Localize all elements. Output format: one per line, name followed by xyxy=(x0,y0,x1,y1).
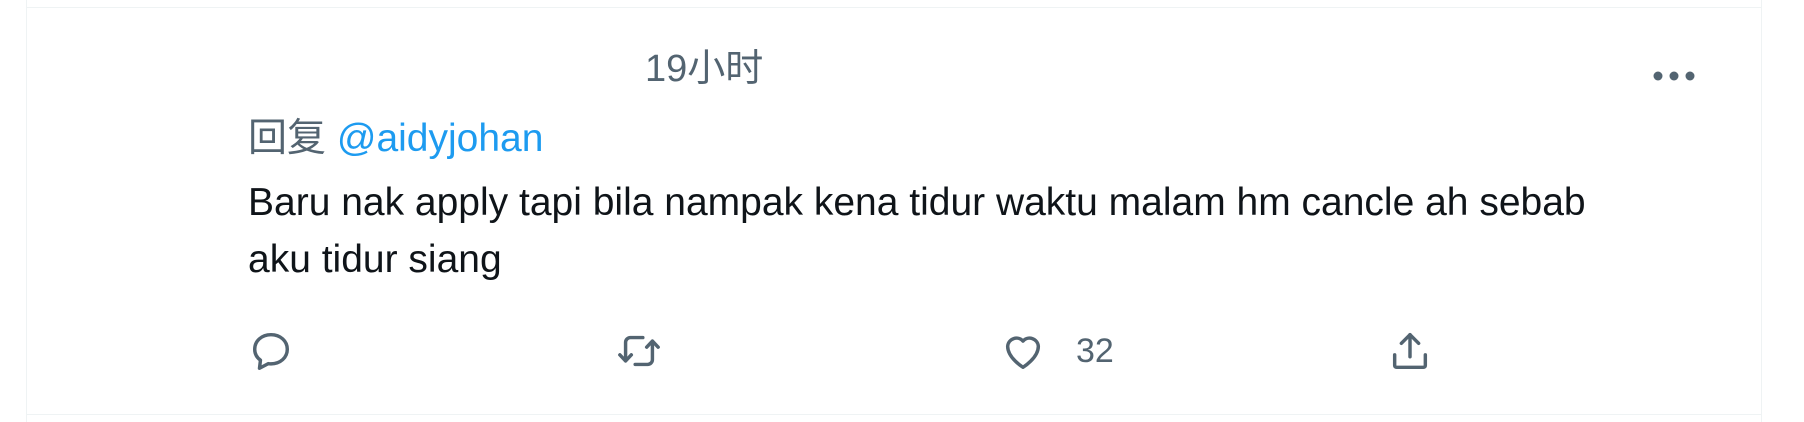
more-icon xyxy=(1653,71,1695,81)
replying-to-handle[interactable]: @aidyjohan xyxy=(337,117,544,160)
reply-button[interactable] xyxy=(248,326,294,376)
tweet-text: Baru nak apply tapi bila nampak kena tid… xyxy=(248,181,1597,281)
retweet-button[interactable] xyxy=(616,326,662,376)
tweet[interactable]: 19小时 回复 @aidyjohan Baru nak apply tapi b… xyxy=(27,8,1761,414)
share-icon xyxy=(1392,332,1428,370)
replying-to: 回复 @aidyjohan xyxy=(248,116,543,163)
retweet-icon xyxy=(618,335,660,367)
tweet-actions: 32 xyxy=(248,326,1548,376)
tweet-timestamp[interactable]: 19小时 xyxy=(645,50,763,88)
share-button[interactable] xyxy=(1387,326,1433,376)
reply-icon xyxy=(252,332,290,370)
replying-to-label: 回复 xyxy=(248,117,327,160)
like-icon xyxy=(1005,336,1041,370)
timeline-column: 19小时 回复 @aidyjohan Baru nak apply tapi b… xyxy=(26,0,1762,422)
like-button[interactable]: 32 xyxy=(1000,326,1114,376)
divider-bottom xyxy=(27,414,1761,415)
more-options-button[interactable] xyxy=(1646,56,1702,96)
like-count: 32 xyxy=(1076,331,1114,370)
